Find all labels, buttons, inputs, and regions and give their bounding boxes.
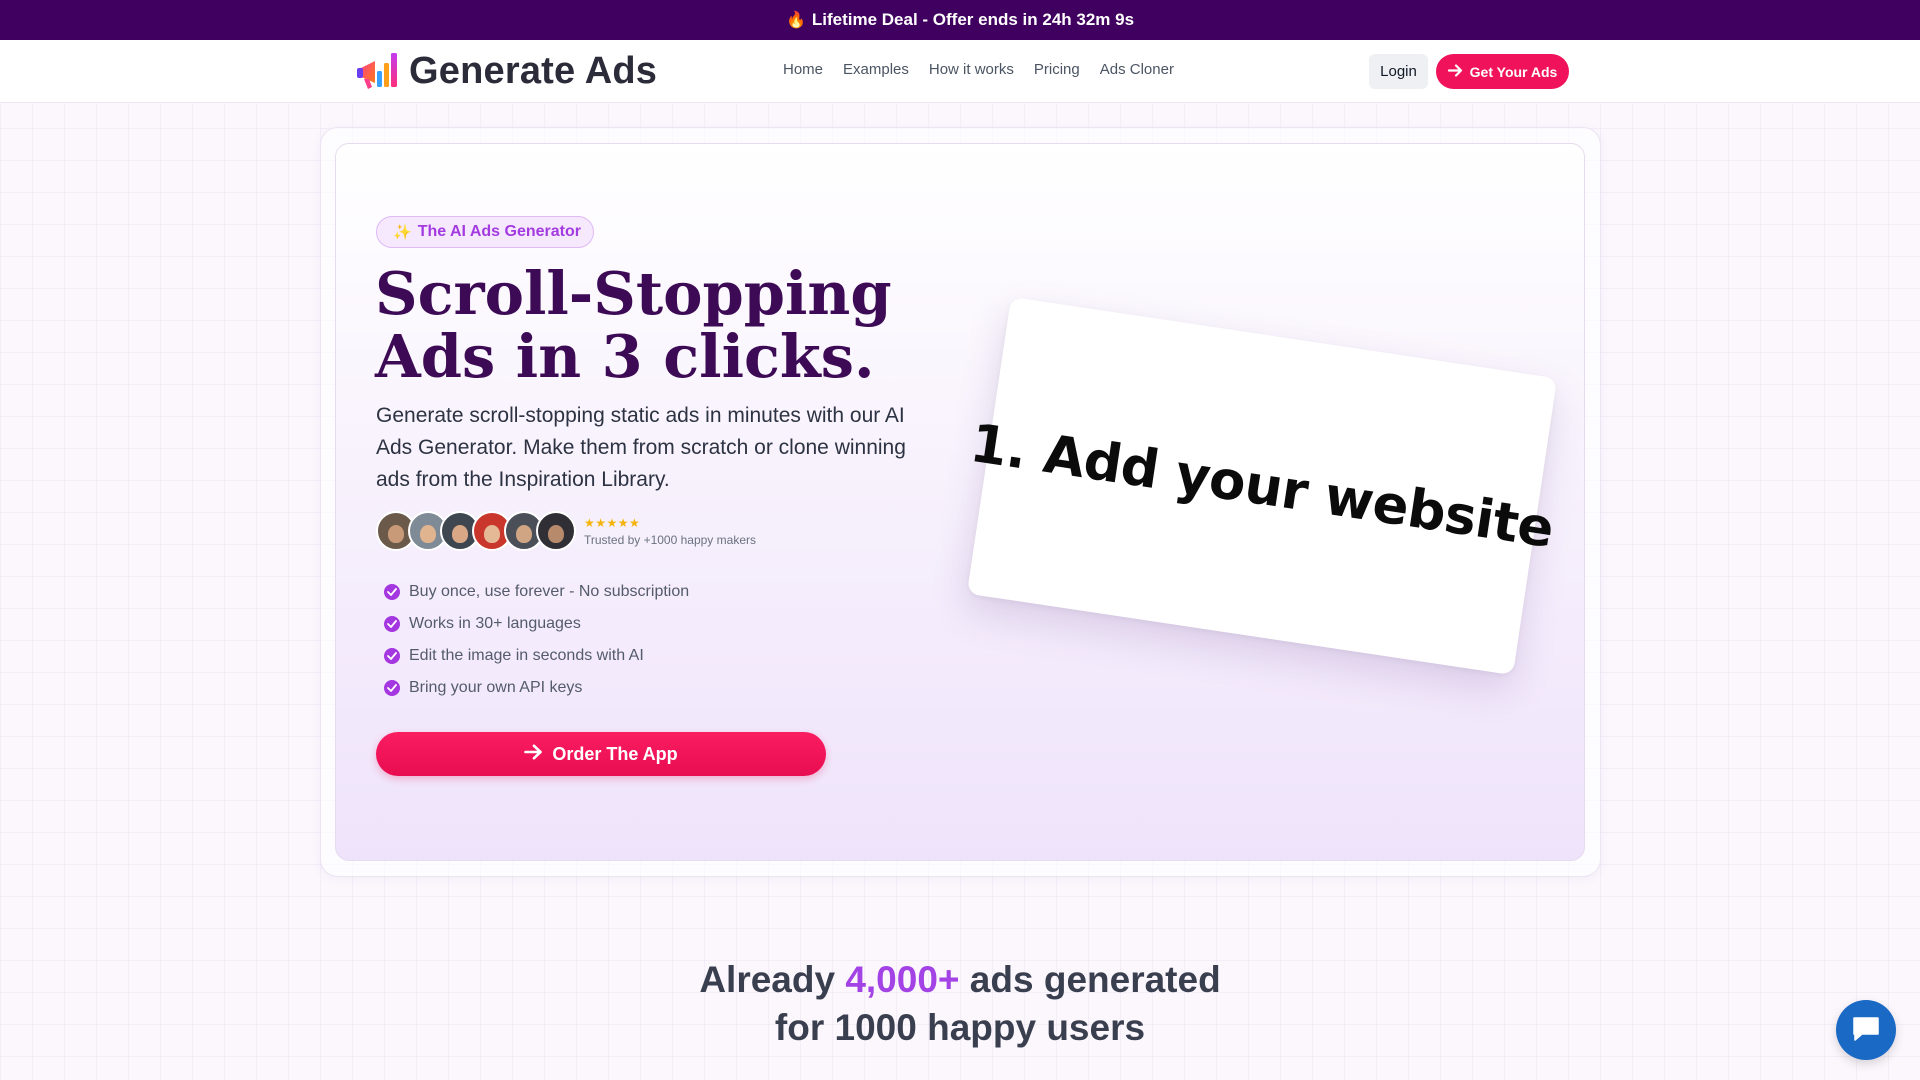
chat-icon [1851, 1014, 1881, 1047]
brand-name: Generate Ads [409, 49, 658, 92]
feature-list: Buy once, use forever - No subscription … [384, 576, 689, 704]
hero-badge-label: The AI Ads Generator [417, 223, 581, 240]
ad-card-text: 1. Add your website [966, 412, 1558, 560]
nav-link-ads-cloner[interactable]: Ads Cloner [1100, 61, 1174, 78]
stats-suffix: ads generated [959, 959, 1221, 1000]
social-proof: ★★★★★ Trusted by +1000 happy makers [376, 511, 756, 551]
avatar [536, 511, 576, 551]
check-circle-icon [384, 648, 400, 664]
nav-link-home[interactable]: Home [783, 61, 823, 78]
check-circle-icon [384, 680, 400, 696]
order-the-app-button[interactable]: Order The App [376, 732, 826, 776]
get-your-ads-label: Get Your Ads [1469, 63, 1558, 80]
nav-link-how-it-works[interactable]: How it works [929, 61, 1014, 78]
order-the-app-label: Order The App [552, 743, 678, 764]
feature-text: Works in 30+ languages [409, 615, 581, 632]
announcement-bar: 🔥 Lifetime Deal - Offer ends in 24h 32m … [0, 0, 1920, 40]
get-your-ads-button[interactable]: Get Your Ads [1436, 54, 1569, 89]
nav-link-examples[interactable]: Examples [843, 61, 909, 78]
navbar: Generate Ads Home Examples How it works … [0, 40, 1920, 103]
chat-widget-button[interactable] [1836, 1000, 1896, 1060]
hero-subtext: Generate scroll-stopping static ads in m… [376, 404, 906, 491]
headline-line-1: Scroll-Stopping [375, 259, 892, 328]
check-circle-icon [384, 616, 400, 632]
feature-text: Edit the image in seconds with AI [409, 647, 644, 664]
rating-block: ★★★★★ Trusted by +1000 happy makers [584, 516, 756, 547]
megaphone-logo-icon [355, 49, 401, 93]
trusted-text: Trusted by +1000 happy makers [584, 532, 756, 547]
main-nav: Home Examples How it works Pricing Ads C… [783, 61, 1194, 78]
star-rating-icon: ★★★★★ [584, 515, 641, 530]
flame-icon: 🔥 [785, 12, 806, 29]
list-item: Bring your own API keys [384, 672, 689, 704]
announcement-text: Lifetime Deal - Offer ends in 24h 32m 9s [811, 10, 1135, 29]
hero-headline: Scroll-Stopping Ads in 3 clicks. [375, 262, 935, 388]
headline-line-2: Ads in 3 clicks. [375, 322, 875, 391]
arrow-right-icon [524, 744, 543, 765]
feature-text: Bring your own API keys [409, 679, 583, 696]
nav-link-pricing[interactable]: Pricing [1034, 61, 1080, 78]
list-item: Works in 30+ languages [384, 608, 689, 640]
stats-heading: Already 4,000+ ads generated for 1000 ha… [560, 956, 1360, 1052]
check-circle-icon [384, 584, 400, 600]
list-item: Edit the image in seconds with AI [384, 640, 689, 672]
stats-highlight: 4,000+ [845, 959, 960, 1000]
arrow-right-icon [1447, 63, 1463, 80]
stats-prefix: Already [699, 959, 846, 1000]
sparkle-icon: ✨ [393, 224, 412, 241]
list-item: Buy once, use forever - No subscription [384, 576, 689, 608]
login-button[interactable]: Login [1369, 54, 1428, 89]
stats-line-2: for 1000 happy users [774, 1007, 1146, 1048]
avatar-stack [376, 511, 576, 551]
brand-logo[interactable]: Generate Ads [355, 49, 657, 93]
feature-text: Buy once, use forever - No subscription [409, 583, 690, 600]
hero-badge: ✨ The AI Ads Generator [376, 216, 594, 248]
